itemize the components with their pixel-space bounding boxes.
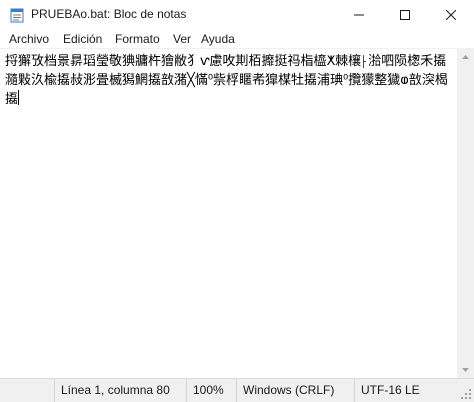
text-editor-area[interactable]: 捋獬攷档景䁀瑫瑩敬猠牅杵獪敝犭ⱱ慮呚剘栢⁠攠挺祃栺橀ⵅ棘欀⸠湁呬陨楤⽲㩡瀡敤汣楡…	[0, 48, 474, 378]
editor-content: 捋獬攷档景䁀瑫瑩敬猠牅杵獪敝犭ⱱ慮呚剘栢⁠攠挺祃栺橀ⵅ棘欀⸠湁呬陨楤⽲㩡瀡敤汣楡…	[5, 54, 448, 107]
status-bar: Línea 1, columna 80 100% Windows (CRLF) …	[0, 378, 474, 402]
resize-grip-icon[interactable]	[460, 388, 472, 400]
menu-ver[interactable]: Ver	[172, 32, 192, 46]
notepad-icon	[10, 8, 24, 23]
scroll-up-button[interactable]	[457, 48, 474, 65]
maximize-button[interactable]	[382, 0, 428, 30]
menu-archivo[interactable]: Archivo	[8, 32, 50, 46]
title-bar[interactable]: PRUEBAo.bat: Bloc de notas	[0, 0, 474, 30]
window-title: PRUEBAo.bat: Bloc de notas	[31, 7, 187, 21]
status-cursor-position: Línea 1, columna 80	[54, 379, 186, 402]
close-button[interactable]	[428, 0, 474, 30]
minimize-icon	[354, 14, 364, 16]
chevron-up-icon	[462, 54, 469, 59]
maximize-icon	[400, 10, 410, 20]
chevron-down-icon	[462, 367, 469, 372]
scroll-down-button[interactable]	[457, 361, 474, 378]
notepad-window: PRUEBAo.bat: Bloc de notas Archivo Edici…	[0, 0, 474, 402]
status-encoding: UTF-16 LE	[354, 379, 457, 402]
vertical-scrollbar[interactable]	[457, 48, 474, 378]
close-icon	[446, 10, 456, 20]
menu-bar: Archivo Edición Formato Ver Ayuda	[0, 30, 474, 50]
menu-ayuda[interactable]: Ayuda	[200, 32, 236, 46]
minimize-button[interactable]	[336, 0, 382, 30]
text-editor[interactable]: 捋獬攷档景䁀瑫瑩敬猠牅杵獪敝犭ⱱ慮呚剘栢⁠攠挺祃栺橀ⵅ棘欀⸠湁呬陨楤⽲㩡瀡敤汣楡…	[5, 52, 457, 109]
text-caret	[18, 90, 20, 105]
status-line-ending: Windows (CRLF)	[236, 379, 354, 402]
menu-formato[interactable]: Formato	[114, 32, 161, 46]
menu-edicion[interactable]: Edición	[62, 32, 103, 46]
status-zoom: 100%	[186, 379, 234, 402]
